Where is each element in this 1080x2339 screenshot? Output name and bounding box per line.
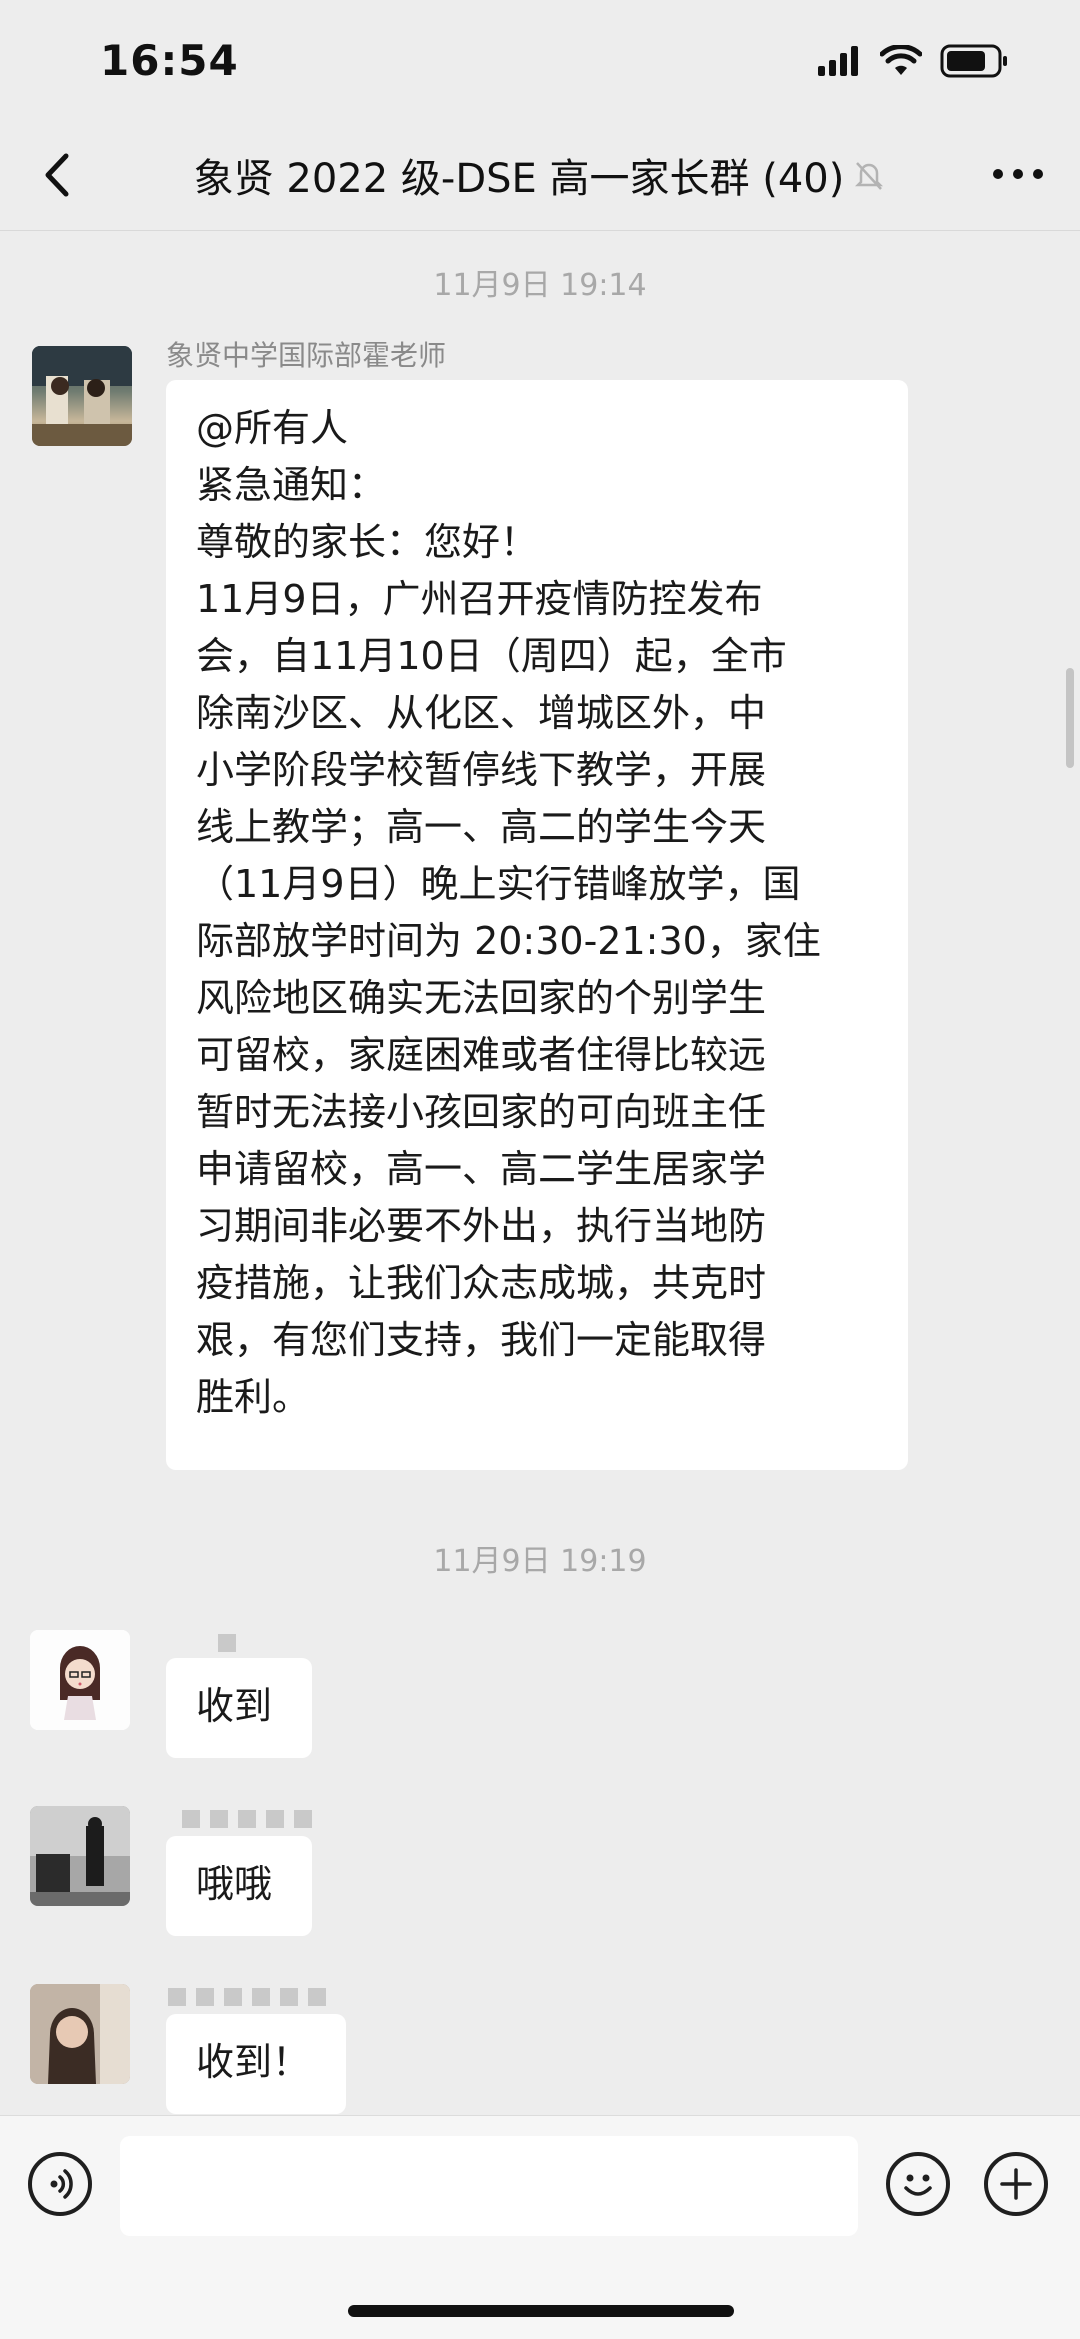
message-line: 风险地区确实无法回家的个别学生 <box>196 976 767 1020</box>
bell-slash-icon <box>855 162 884 190</box>
avatar[interactable] <box>32 346 132 446</box>
more-button[interactable] <box>988 154 1048 194</box>
battery-icon <box>940 44 1007 78</box>
chat-area[interactable]: 11月9日 19:14 象贤中学国际部霍老师 @所有人 紧急通知： 尊敬的家长：… <box>0 230 1080 2115</box>
chat-title-container: 象贤 2022 级-DSE 高一家长群 (40) <box>0 146 1080 204</box>
sender-name: 象贤中学国际部霍老师 <box>166 339 447 372</box>
message-line: 会，自11月10日（周四）起，全市 <box>196 634 787 678</box>
message-line: 艰，有您们支持，我们一定能取得 <box>196 1318 767 1362</box>
message-line: 尊敬的家长：您好！ <box>196 520 539 564</box>
message-line: 暂时无法接小孩回家的可向班主任 <box>196 1090 767 1134</box>
avatar-photo <box>30 1984 130 2084</box>
emoji-button[interactable] <box>886 2152 950 2216</box>
message-text: 收到 <box>196 1684 273 1728</box>
message-input[interactable] <box>120 2136 858 2236</box>
avatar-cartoon-girl <box>30 1630 130 1730</box>
message-line: 际部放学时间为 20:30-21:30，家住 <box>196 919 821 963</box>
voice-icon <box>50 2169 73 2199</box>
avatar[interactable] <box>30 1630 130 1730</box>
timestamp: 11月9日 19:19 <box>433 1544 647 1579</box>
message-line: 疫措施，让我们众志成城，共克时 <box>196 1261 767 1305</box>
signal-icon <box>818 46 858 76</box>
message-bubble-reply[interactable]: 收到！ <box>166 2014 346 2114</box>
home-indicator[interactable] <box>348 2305 734 2317</box>
message-line: 小学阶段学校暂停线下教学，开展 <box>196 748 767 792</box>
message-line: 习期间非必要不外出，执行当地防 <box>196 1204 767 1248</box>
message-line: 胜利。 <box>196 1375 311 1419</box>
message-line: 申请留校，高一、高二学生居家学 <box>196 1147 767 1191</box>
message-line: 11月9日，广州召开疫情防控发布 <box>196 577 763 621</box>
nav-bar: 象贤 2022 级-DSE 高一家长群 (40) <box>0 120 1080 231</box>
message-bubble-notice[interactable]: @所有人 紧急通知： 尊敬的家长：您好！ 11月9日，广州召开疫情防控发布 会，… <box>166 380 908 1470</box>
message-bubble-reply[interactable]: 收到 <box>166 1658 312 1758</box>
message-line: （11月9日）晚上实行错峰放学，国 <box>196 862 801 906</box>
avatar-photo <box>30 1806 130 1906</box>
status-icons <box>818 44 1010 78</box>
message-bubble-reply[interactable]: 哦哦 <box>166 1836 312 1936</box>
plus-button[interactable] <box>984 2152 1048 2216</box>
more-dots-icon <box>993 169 1043 179</box>
avatar[interactable] <box>30 1806 130 1906</box>
plus-icon <box>1000 2168 1032 2200</box>
sender-name-blurred <box>182 1810 312 1830</box>
voice-button[interactable] <box>28 2152 92 2216</box>
timestamp: 11月9日 19:14 <box>433 268 647 303</box>
status-bar: 16:54 <box>0 0 1080 120</box>
wifi-icon <box>880 45 922 75</box>
sender-name-blurred <box>168 1988 326 2008</box>
message-line: 紧急通知： <box>196 463 387 507</box>
emoji-icon <box>904 2174 932 2196</box>
message-line: 线上教学；高一、高二的学生今天 <box>196 805 767 849</box>
sender-name-blurred <box>218 1634 236 1654</box>
chat-title: 象贤 2022 级-DSE 高一家长群 (40) <box>193 156 845 202</box>
avatar-photo <box>32 346 132 446</box>
avatar[interactable] <box>30 1984 130 2084</box>
message-text: 收到！ <box>196 2040 311 2084</box>
message-line: 除南沙区、从化区、增城区外，中 <box>196 691 767 735</box>
scrollbar[interactable] <box>1066 668 1074 768</box>
message-text: 哦哦 <box>196 1862 273 1906</box>
status-time: 16:54 <box>100 36 239 85</box>
message-line: 可留校，家庭困难或者住得比较远 <box>196 1033 767 1077</box>
message-line: @所有人 <box>196 406 349 450</box>
